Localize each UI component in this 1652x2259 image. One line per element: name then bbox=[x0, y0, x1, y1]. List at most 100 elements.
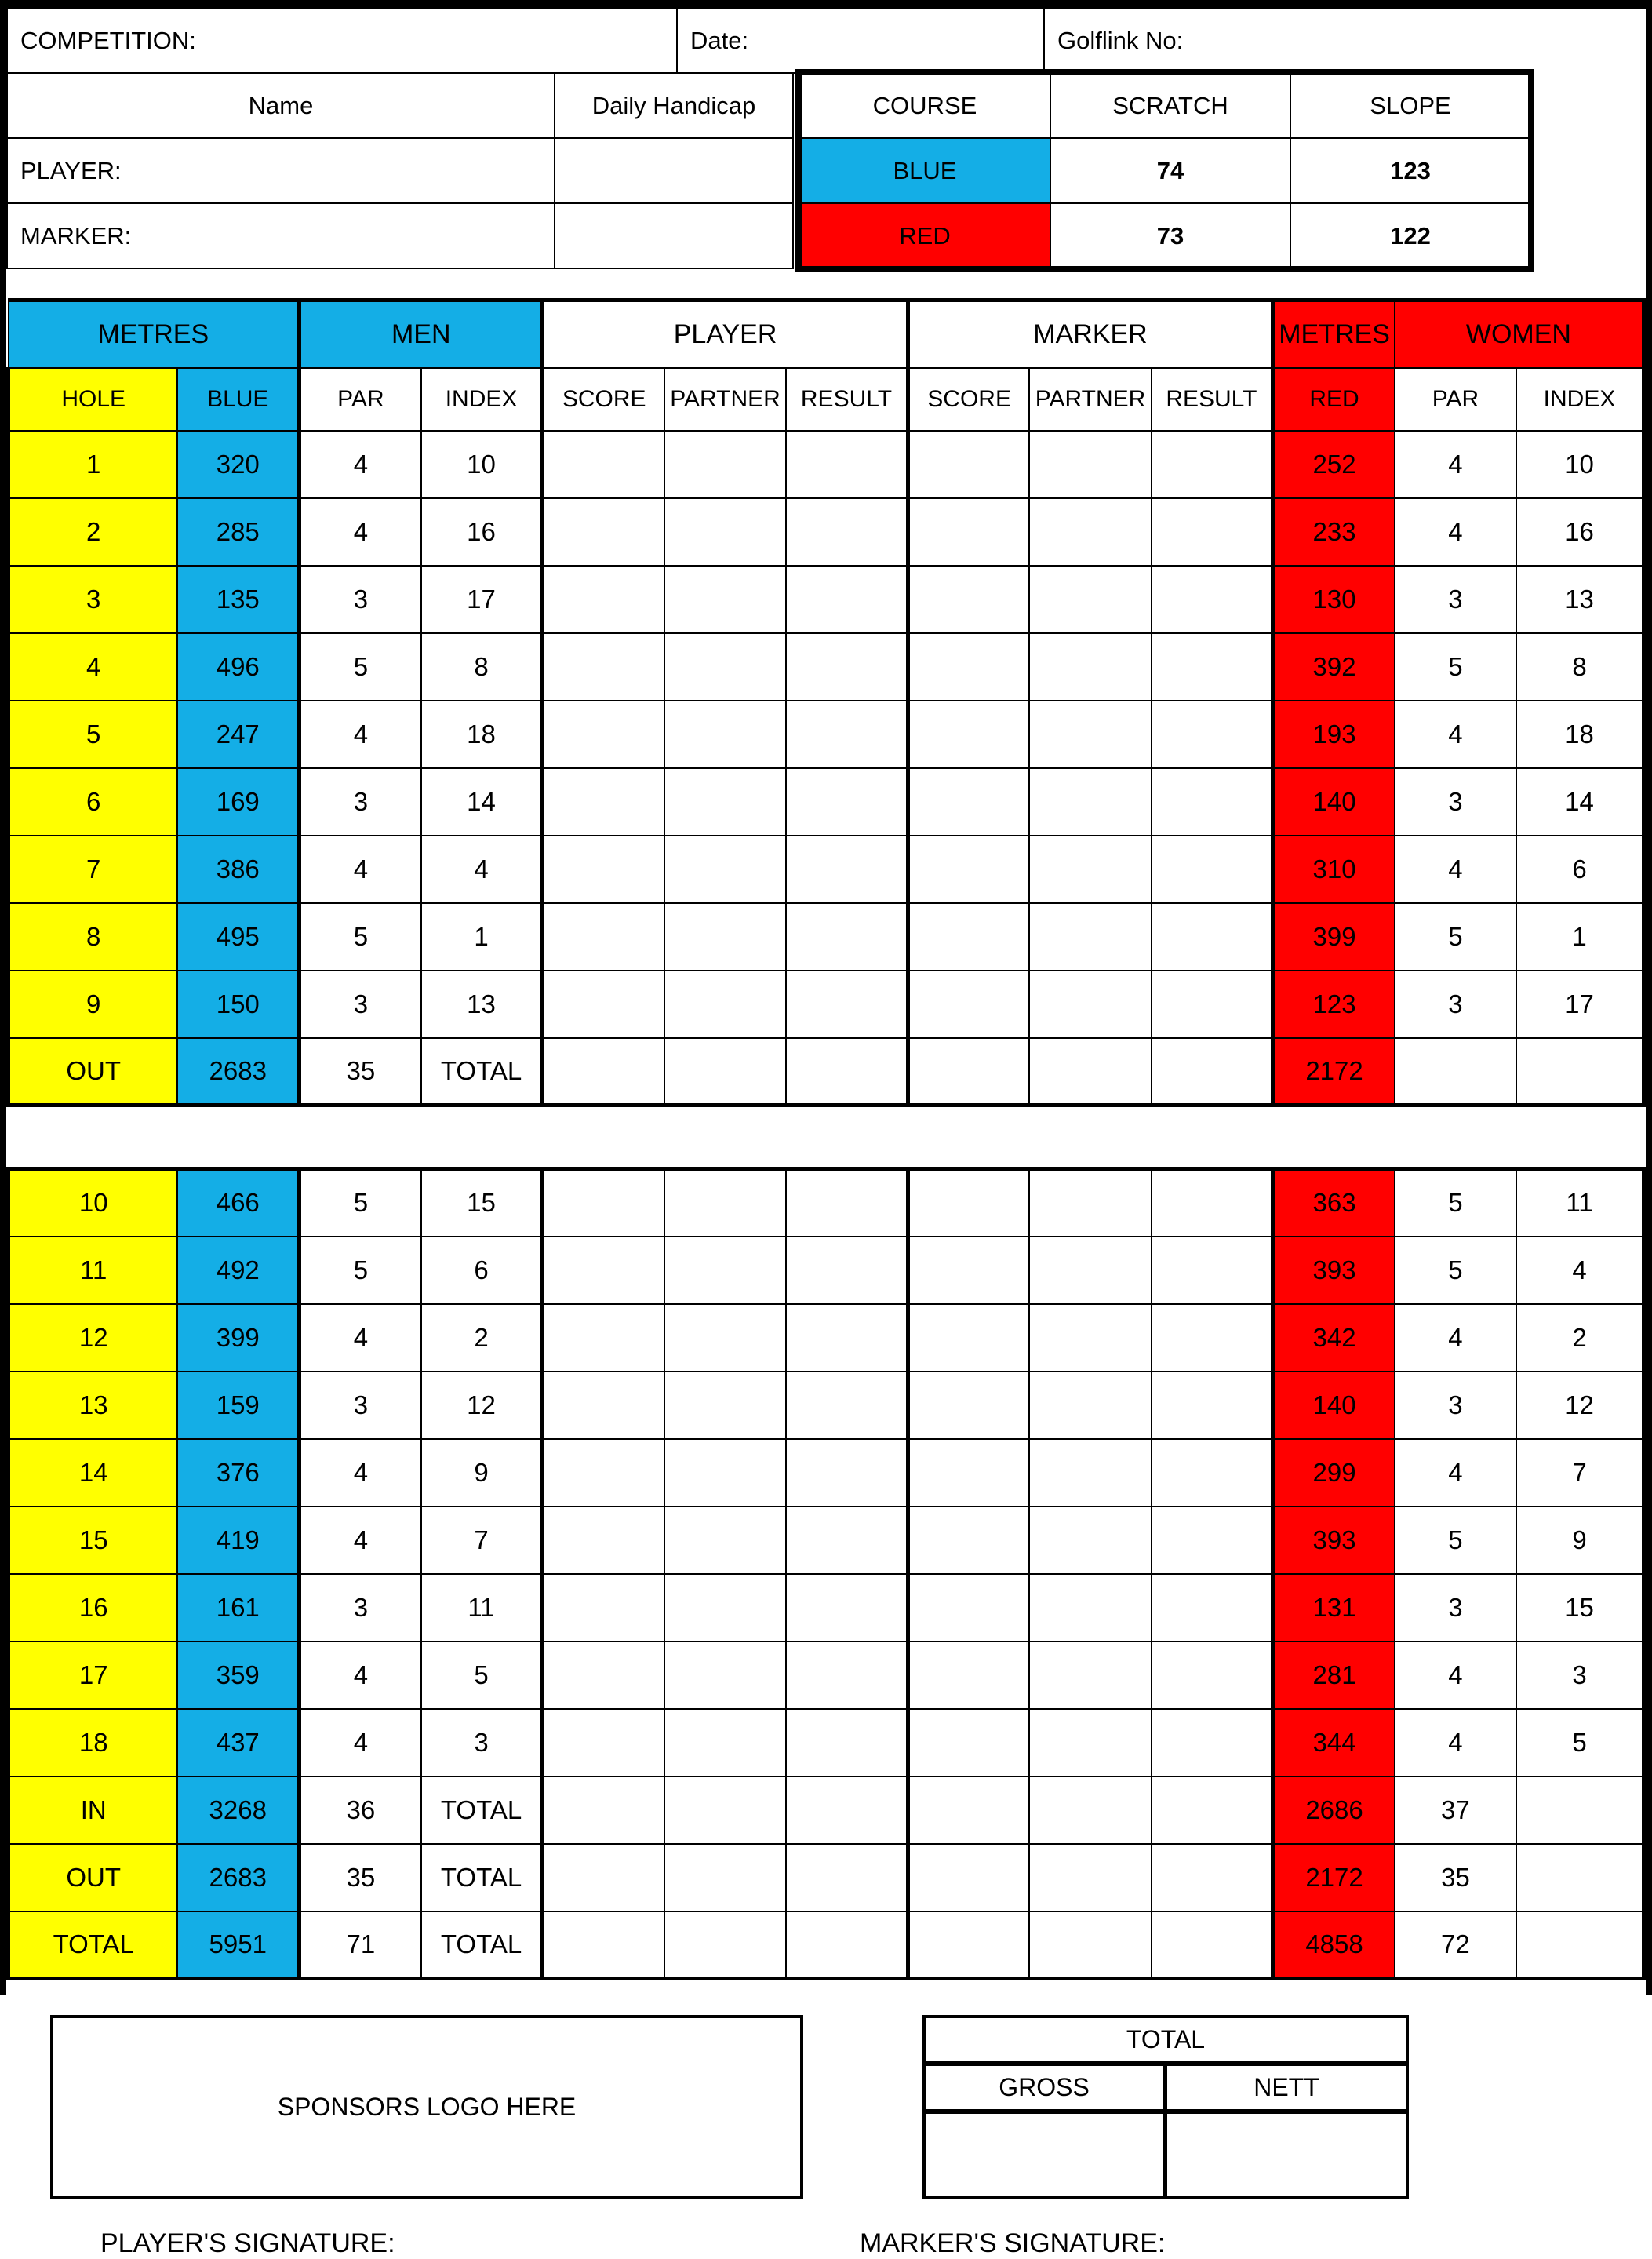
marker-score-total-input[interactable] bbox=[907, 1775, 1031, 1845]
player-partner-input[interactable] bbox=[663, 1707, 788, 1777]
marker-score-input[interactable] bbox=[907, 834, 1031, 904]
player-score-input[interactable] bbox=[541, 429, 666, 499]
player-partner-input[interactable] bbox=[663, 1437, 788, 1507]
marker-signature-field[interactable]: MARKER'S SIGNATURE: bbox=[860, 2228, 1165, 2259]
marker-score-input[interactable] bbox=[907, 1640, 1031, 1710]
marker-score-input[interactable] bbox=[907, 1303, 1031, 1372]
nett-value-input[interactable] bbox=[1164, 2111, 1409, 2199]
marker-result-input[interactable] bbox=[1150, 497, 1275, 567]
player-result-total-input[interactable] bbox=[785, 1775, 910, 1845]
marker-partner-total-input[interactable] bbox=[1028, 1037, 1152, 1107]
marker-score-input[interactable] bbox=[907, 902, 1031, 971]
player-result-input[interactable] bbox=[785, 1640, 910, 1710]
player-score-total-input[interactable] bbox=[541, 1037, 666, 1107]
player-score-input[interactable] bbox=[541, 1235, 666, 1305]
marker-score-input[interactable] bbox=[907, 497, 1031, 567]
player-score-input[interactable] bbox=[541, 1707, 666, 1777]
player-partner-input[interactable] bbox=[663, 834, 788, 904]
player-partner-input[interactable] bbox=[663, 632, 788, 701]
player-partner-input[interactable] bbox=[663, 1303, 788, 1372]
marker-score-input[interactable] bbox=[907, 1235, 1031, 1305]
marker-result-input[interactable] bbox=[1150, 1640, 1275, 1710]
player-result-input[interactable] bbox=[785, 1235, 910, 1305]
marker-result-input[interactable] bbox=[1150, 1235, 1275, 1305]
marker-result-input[interactable] bbox=[1150, 1370, 1275, 1440]
marker-result-input[interactable] bbox=[1150, 429, 1275, 499]
marker-result-input[interactable] bbox=[1150, 969, 1275, 1039]
marker-result-input[interactable] bbox=[1150, 1167, 1275, 1237]
player-score-input[interactable] bbox=[541, 1167, 666, 1237]
marker-partner-input[interactable] bbox=[1028, 1707, 1152, 1777]
player-partner-total-input[interactable] bbox=[663, 1775, 788, 1845]
player-result-input[interactable] bbox=[785, 699, 910, 769]
player-score-input[interactable] bbox=[541, 767, 666, 836]
marker-partner-input[interactable] bbox=[1028, 969, 1152, 1039]
marker-partner-input[interactable] bbox=[1028, 1303, 1152, 1372]
player-partner-total-input[interactable] bbox=[663, 1842, 788, 1912]
player-partner-input[interactable] bbox=[663, 429, 788, 499]
marker-score-input[interactable] bbox=[907, 1707, 1031, 1777]
marker-score-input[interactable] bbox=[907, 1167, 1031, 1237]
marker-partner-input[interactable] bbox=[1028, 1370, 1152, 1440]
player-partner-input[interactable] bbox=[663, 1505, 788, 1575]
player-result-total-input[interactable] bbox=[785, 1842, 910, 1912]
player-partner-input[interactable] bbox=[663, 902, 788, 971]
player-partner-input[interactable] bbox=[663, 1235, 788, 1305]
player-result-input[interactable] bbox=[785, 564, 910, 634]
marker-score-input[interactable] bbox=[907, 1370, 1031, 1440]
player-score-input[interactable] bbox=[541, 1505, 666, 1575]
marker-partner-input[interactable] bbox=[1028, 1437, 1152, 1507]
player-score-input[interactable] bbox=[541, 1640, 666, 1710]
marker-result-input[interactable] bbox=[1150, 1437, 1275, 1507]
marker-result-input[interactable] bbox=[1150, 1505, 1275, 1575]
player-partner-input[interactable] bbox=[663, 1572, 788, 1642]
marker-partner-input[interactable] bbox=[1028, 1167, 1152, 1237]
marker-partner-input[interactable] bbox=[1028, 632, 1152, 701]
player-result-input[interactable] bbox=[785, 1303, 910, 1372]
player-score-input[interactable] bbox=[541, 632, 666, 701]
player-result-input[interactable] bbox=[785, 834, 910, 904]
player-result-input[interactable] bbox=[785, 1572, 910, 1642]
marker-result-input[interactable] bbox=[1150, 1572, 1275, 1642]
player-result-input[interactable] bbox=[785, 429, 910, 499]
player-result-total-input[interactable] bbox=[785, 1037, 910, 1107]
player-result-input[interactable] bbox=[785, 767, 910, 836]
player-result-input[interactable] bbox=[785, 497, 910, 567]
marker-result-input[interactable] bbox=[1150, 564, 1275, 634]
player-score-input[interactable] bbox=[541, 902, 666, 971]
marker-result-total-input[interactable] bbox=[1150, 1910, 1275, 1980]
marker-result-input[interactable] bbox=[1150, 902, 1275, 971]
player-signature-field[interactable]: PLAYER'S SIGNATURE: bbox=[100, 2228, 395, 2259]
player-result-input[interactable] bbox=[785, 1505, 910, 1575]
golflink-field[interactable]: Golflink No: bbox=[1043, 7, 1647, 74]
player-score-input[interactable] bbox=[541, 1572, 666, 1642]
marker-result-input[interactable] bbox=[1150, 767, 1275, 836]
marker-result-total-input[interactable] bbox=[1150, 1037, 1275, 1107]
marker-partner-input[interactable] bbox=[1028, 497, 1152, 567]
marker-result-input[interactable] bbox=[1150, 699, 1275, 769]
competition-field[interactable]: COMPETITION: bbox=[6, 7, 678, 74]
player-score-input[interactable] bbox=[541, 1437, 666, 1507]
marker-score-input[interactable] bbox=[907, 1572, 1031, 1642]
marker-partner-total-input[interactable] bbox=[1028, 1842, 1152, 1912]
marker-score-total-input[interactable] bbox=[907, 1037, 1031, 1107]
marker-partner-input[interactable] bbox=[1028, 1640, 1152, 1710]
player-partner-input[interactable] bbox=[663, 767, 788, 836]
marker-result-input[interactable] bbox=[1150, 632, 1275, 701]
player-result-total-input[interactable] bbox=[785, 1910, 910, 1980]
marker-result-input[interactable] bbox=[1150, 1707, 1275, 1777]
player-score-input[interactable] bbox=[541, 564, 666, 634]
marker-result-input[interactable] bbox=[1150, 834, 1275, 904]
player-result-input[interactable] bbox=[785, 1370, 910, 1440]
player-score-input[interactable] bbox=[541, 699, 666, 769]
player-partner-input[interactable] bbox=[663, 969, 788, 1039]
player-result-input[interactable] bbox=[785, 1437, 910, 1507]
player-partner-input[interactable] bbox=[663, 1167, 788, 1237]
marker-score-input[interactable] bbox=[907, 767, 1031, 836]
player-score-input[interactable] bbox=[541, 1303, 666, 1372]
marker-partner-input[interactable] bbox=[1028, 1505, 1152, 1575]
player-partner-input[interactable] bbox=[663, 1370, 788, 1440]
date-field[interactable]: Date: bbox=[676, 7, 1045, 74]
marker-partner-input[interactable] bbox=[1028, 699, 1152, 769]
marker-result-total-input[interactable] bbox=[1150, 1775, 1275, 1845]
